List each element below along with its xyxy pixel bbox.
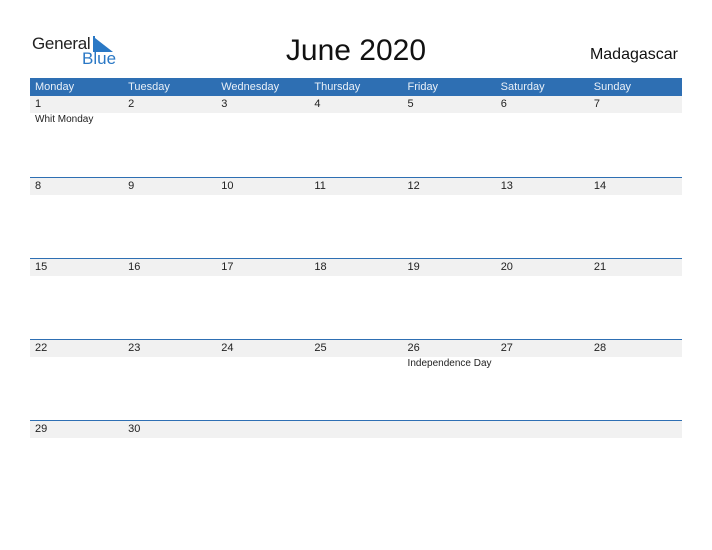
day-cell[interactable]: 5: [403, 96, 496, 177]
day-cell[interactable]: 9: [123, 178, 216, 259]
day-cell[interactable]: 6: [496, 96, 589, 177]
week-row: 22 23 24 25 26 Independence Day 27 28: [30, 339, 682, 421]
day-cell[interactable]: 20: [496, 259, 589, 340]
day-number: 25: [314, 342, 327, 354]
day-number: 4: [314, 98, 321, 110]
day-number: 12: [407, 180, 420, 192]
day-cell[interactable]: 24: [216, 340, 309, 421]
day-cell[interactable]: 3: [216, 96, 309, 177]
weekday-friday: Friday: [407, 81, 439, 93]
day-number: 19: [407, 261, 420, 273]
day-number: 26: [407, 342, 420, 354]
day-number: 21: [593, 261, 607, 273]
day-cell[interactable]: 8: [30, 178, 123, 259]
week-row: 29 30: [30, 420, 682, 502]
day-number: 27: [500, 342, 513, 354]
holiday-label: Independence Day: [407, 358, 492, 369]
day-number: 23: [128, 342, 141, 354]
day-cell[interactable]: 27: [496, 340, 589, 421]
weekday-saturday: Saturday: [500, 81, 545, 93]
weekday-header: Monday Tuesday Wednesday Thursday Friday…: [30, 78, 682, 96]
day-cell[interactable]: 22: [30, 340, 123, 421]
day-number: 2: [128, 98, 135, 110]
weekday-wednesday: Wednesday: [221, 81, 280, 93]
day-cell[interactable]: 19: [403, 259, 496, 340]
day-number: 24: [221, 342, 234, 354]
weekday-monday: Monday: [35, 81, 75, 93]
day-number: 6: [500, 98, 507, 110]
day-number: 9: [128, 180, 135, 192]
day-cell[interactable]: 1 Whit Monday: [30, 96, 123, 177]
day-cell[interactable]: [309, 421, 402, 502]
week-row: 8 9 10 11 12 13 14: [30, 177, 682, 259]
day-number: 1: [35, 98, 42, 110]
weekday-tuesday: Tuesday: [128, 81, 170, 93]
day-cell[interactable]: 13: [496, 178, 589, 259]
day-cell[interactable]: 21: [589, 259, 682, 340]
day-number: 15: [35, 261, 48, 273]
day-cell[interactable]: 18: [309, 259, 402, 340]
day-number: 7: [593, 98, 600, 110]
day-cell[interactable]: 26 Independence Day: [403, 340, 496, 421]
week-row: 1 Whit Monday 2 3 4 5 6 7: [30, 96, 682, 177]
day-number: 18: [314, 261, 327, 273]
day-number: 16: [128, 261, 141, 273]
day-number: 5: [407, 98, 414, 110]
week-row: 15 16 17 18 19 20 21: [30, 258, 682, 340]
day-cell[interactable]: 11: [309, 178, 402, 259]
country-label: Madagascar: [589, 46, 678, 63]
day-number: 11: [314, 180, 326, 192]
day-cell[interactable]: 4: [309, 96, 402, 177]
day-cell[interactable]: 25: [309, 340, 402, 421]
day-number: 30: [128, 423, 141, 435]
day-cell[interactable]: 23: [123, 340, 216, 421]
day-cell[interactable]: [403, 421, 496, 502]
day-cell[interactable]: 30: [123, 421, 216, 502]
day-cell[interactable]: 29: [30, 421, 123, 502]
day-cell[interactable]: [496, 421, 589, 502]
day-number: 10: [221, 180, 234, 192]
weekday-thursday: Thursday: [314, 81, 361, 93]
holiday-label: Whit Monday: [35, 114, 94, 125]
day-cell[interactable]: [589, 421, 682, 502]
weekday-sunday: Sunday: [593, 81, 632, 93]
day-cell[interactable]: 10: [216, 178, 309, 259]
day-cell[interactable]: 14: [589, 178, 682, 259]
day-number: 8: [35, 180, 42, 192]
day-cell[interactable]: 28: [589, 340, 682, 421]
day-number: 17: [221, 261, 234, 273]
day-cell[interactable]: 17: [216, 259, 309, 340]
day-cell[interactable]: 15: [30, 259, 123, 340]
day-number: 22: [35, 342, 48, 354]
day-cell[interactable]: [216, 421, 309, 502]
day-number: 3: [221, 98, 228, 110]
day-cell[interactable]: 12: [403, 178, 496, 259]
day-number: 14: [593, 180, 607, 192]
day-number: 13: [500, 180, 513, 192]
day-number: 28: [593, 342, 607, 354]
day-cell[interactable]: 2: [123, 96, 216, 177]
day-number: 20: [500, 261, 513, 273]
day-cell[interactable]: 7: [589, 96, 682, 177]
day-cell[interactable]: 16: [123, 259, 216, 340]
day-number: 29: [35, 423, 48, 435]
